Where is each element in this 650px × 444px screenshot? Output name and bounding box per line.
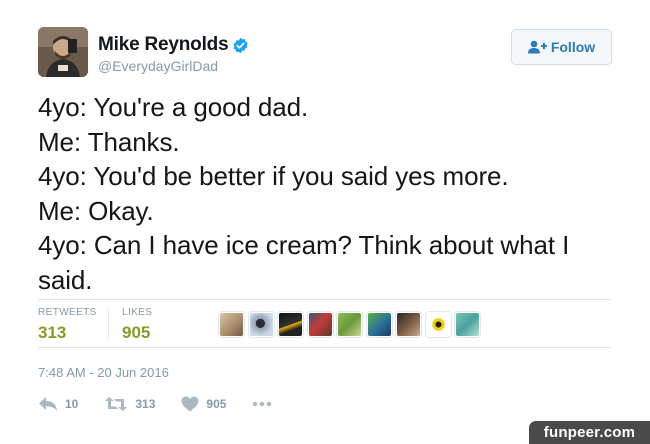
stats-bottom-divider <box>38 347 612 348</box>
tweet-line: Me: Thanks. <box>38 126 180 157</box>
tweet-line: 4yo: You'd be better if you said yes mor… <box>38 161 509 192</box>
follow-label: Follow <box>550 39 596 55</box>
liker-avatars <box>219 312 485 337</box>
tweet-line: said. <box>38 264 93 295</box>
avatar[interactable] <box>38 27 88 77</box>
tweet-line: Me: Okay. <box>38 195 154 226</box>
liker-avatar-4-icon[interactable] <box>307 312 333 337</box>
reply-icon <box>39 397 57 411</box>
liker-avatar-9-icon[interactable] <box>455 312 480 337</box>
reply-button[interactable]: 10 <box>38 396 78 412</box>
heart-icon <box>181 396 199 412</box>
likes-label: LIKES <box>122 307 153 318</box>
profile-photo-icon <box>38 27 88 77</box>
retweet-button[interactable]: 313 <box>104 396 155 412</box>
retweets-value: 313 <box>38 323 67 342</box>
more-button[interactable] <box>252 401 272 407</box>
tweet-timestamp[interactable]: 7:48 AM - 20 Jun 2016 <box>38 365 169 380</box>
retweets-label: RETWEETS <box>38 307 97 318</box>
like-count: 905 <box>206 397 227 411</box>
stats-divider <box>108 309 109 339</box>
liker-avatar-5-icon[interactable] <box>337 312 362 337</box>
likes-stat[interactable]: LIKES 905 <box>122 307 152 343</box>
liker-avatar-7-icon[interactable] <box>396 312 421 337</box>
tweet-text: 4yo: You're a good dad. Me: Thanks. 4yo:… <box>38 90 628 298</box>
retweet-icon <box>105 397 128 411</box>
liker-avatar-6-icon[interactable] <box>366 312 392 337</box>
watermark: funpeer.com <box>529 421 650 444</box>
likes-value: 905 <box>122 323 151 342</box>
liker-avatar-8-icon[interactable] <box>425 312 451 337</box>
follow-button[interactable]: Follow <box>511 29 612 65</box>
liker-avatar-3-icon[interactable] <box>278 312 303 337</box>
stats-top-divider <box>38 299 612 300</box>
user-name-row[interactable]: Mike Reynolds <box>98 34 249 56</box>
liker-avatar-2-icon[interactable] <box>248 312 274 337</box>
user-handle[interactable]: @EverydayGirlDad <box>98 58 218 74</box>
verified-badge-icon <box>233 37 248 53</box>
tweet-line: 4yo: Can I have ice cream? Think about w… <box>38 230 570 261</box>
display-name[interactable]: Mike Reynolds <box>98 34 229 56</box>
like-button[interactable]: 905 <box>181 396 226 412</box>
tweet-actions: 10 313 905 <box>38 396 298 412</box>
liker-avatar-1-icon[interactable] <box>219 312 244 337</box>
retweets-stat[interactable]: RETWEETS 313 <box>38 307 97 343</box>
reply-count: 10 <box>65 397 79 411</box>
retweet-count: 313 <box>135 397 156 411</box>
tweet-line: 4yo: You're a good dad. <box>38 92 309 122</box>
add-user-icon <box>527 40 547 54</box>
more-dots-icon <box>253 401 272 407</box>
